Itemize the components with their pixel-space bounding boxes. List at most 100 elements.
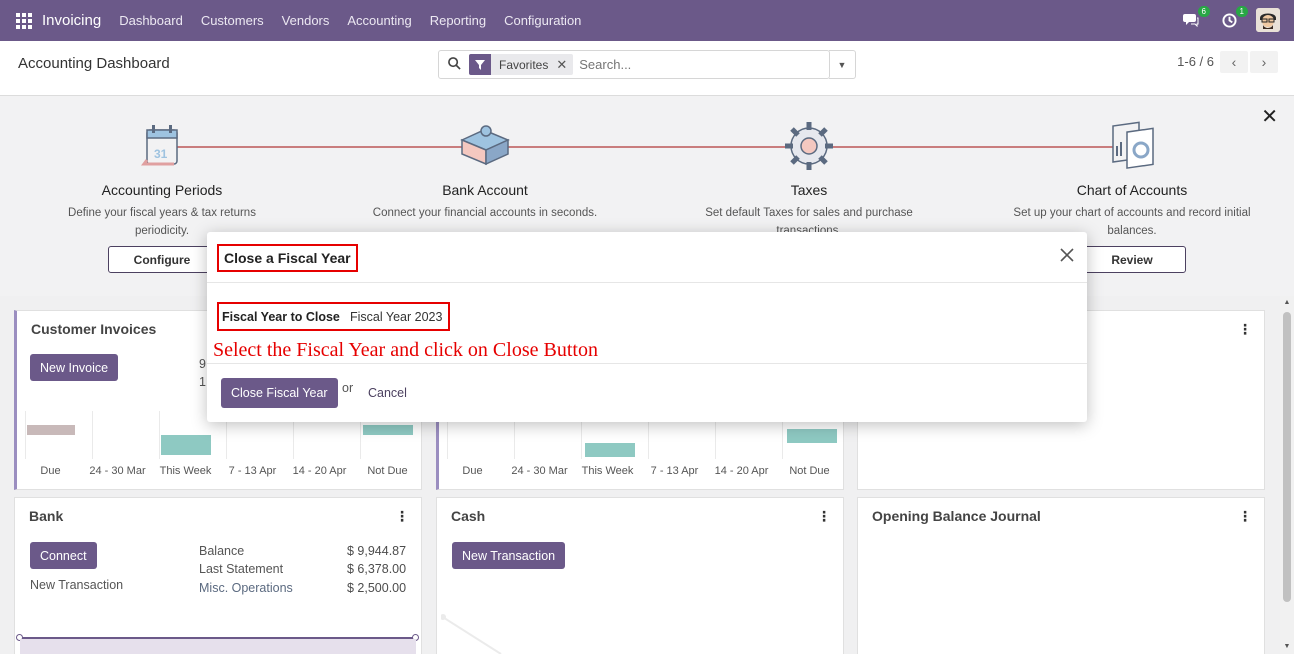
- chart-tick-label: This Week: [581, 465, 634, 477]
- filter-icon: [469, 54, 491, 75]
- annotation-instruction: Select the Fiscal Year and click on Clos…: [213, 339, 598, 361]
- chart-bar-not-due[interactable]: [363, 425, 413, 435]
- stat-label: Misc. Operations: [199, 581, 293, 595]
- page-scrollbar[interactable]: ▲ ▼: [1280, 296, 1294, 654]
- chart-bar-not-due[interactable]: [787, 429, 837, 443]
- line-area-fill: [20, 639, 416, 654]
- facet-remove-icon[interactable]: ✕: [556, 57, 573, 73]
- menu-dashboard[interactable]: Dashboard: [119, 13, 183, 28]
- pager-previous-button[interactable]: ‹: [1220, 51, 1248, 73]
- search-box[interactable]: Favorites ✕: [438, 50, 830, 79]
- chart-tick-label: Not Due: [789, 465, 830, 477]
- app-name[interactable]: Invoicing: [42, 12, 101, 29]
- chart-bar-this-week[interactable]: [585, 443, 635, 457]
- page-title: Accounting Dashboard: [18, 55, 170, 72]
- user-avatar[interactable]: [1256, 8, 1280, 32]
- gear-icon: [776, 116, 842, 176]
- scroll-thumb[interactable]: [1283, 312, 1291, 602]
- review-button[interactable]: Review: [1078, 246, 1186, 273]
- fiscal-year-select[interactable]: Fiscal Year 2023: [350, 310, 442, 324]
- cash-line-chart: [441, 614, 502, 654]
- partial-stat-text: 1: [199, 375, 206, 389]
- activities-badge: 1: [1235, 6, 1248, 17]
- chart-column: [25, 411, 26, 459]
- menu-accounting[interactable]: Accounting: [347, 13, 411, 28]
- pager-value[interactable]: 1-6 / 6: [1177, 54, 1214, 69]
- card-options-icon[interactable]: ⋮: [817, 508, 831, 525]
- dialog-footer: Close Fiscal Year or Cancel: [207, 363, 1087, 422]
- step-title: Taxes: [790, 182, 828, 198]
- chart-tick-label: 24 - 30 Mar: [511, 465, 568, 477]
- search-options-toggle[interactable]: ▼: [829, 50, 856, 79]
- chart-column: [92, 411, 93, 459]
- chart-bar-due[interactable]: [27, 425, 75, 435]
- fiscal-year-label: Fiscal Year to Close: [222, 309, 340, 324]
- chart-tick-label: 24 - 30 Mar: [89, 465, 146, 477]
- new-transaction-link[interactable]: New Transaction: [30, 578, 123, 592]
- onboarding-step-chart-of-accounts: Chart of Accounts Set up your chart of a…: [1012, 116, 1252, 240]
- card-options-icon[interactable]: ⋮: [395, 508, 409, 525]
- onboarding-step-taxes: Taxes Set default Taxes for sales and pu…: [689, 116, 929, 240]
- chart-tick-label: This Week: [159, 465, 212, 477]
- card-title[interactable]: Customer Invoices: [31, 321, 156, 337]
- step-title: Chart of Accounts: [1076, 182, 1188, 198]
- card-options-icon[interactable]: ⋮: [1238, 508, 1252, 525]
- top-navbar: Invoicing Dashboard Customers Vendors Ac…: [0, 0, 1294, 41]
- chevron-right-icon: ›: [1261, 54, 1267, 70]
- apps-grid-icon[interactable]: [16, 12, 32, 29]
- card-title[interactable]: Opening Balance Journal: [872, 508, 1041, 524]
- control-panel: Accounting Dashboard Favorites ✕ ▼ 1-6 /…: [0, 41, 1294, 96]
- menu-configuration[interactable]: Configuration: [504, 13, 581, 28]
- caret-down-icon: ▼: [837, 59, 847, 70]
- step-title: Bank Account: [442, 182, 528, 198]
- new-transaction-button[interactable]: New Transaction: [452, 542, 566, 569]
- scroll-up-icon[interactable]: ▲: [1280, 296, 1294, 310]
- search-facet: Favorites ✕: [469, 54, 574, 75]
- chart-tick-label: 14 - 20 Apr: [714, 465, 769, 477]
- chart-tick-label: Due: [462, 465, 483, 477]
- messages-badge: 6: [1197, 6, 1210, 17]
- onboarding-step-bank-account: Bank Account Connect your financial acco…: [365, 116, 605, 222]
- stat-row-balance[interactable]: Balance: [199, 544, 244, 558]
- messages-icon[interactable]: 6: [1180, 6, 1210, 31]
- search-input[interactable]: [579, 57, 780, 72]
- card-title[interactable]: Bank: [29, 508, 63, 524]
- calendar-icon: 31: [129, 116, 195, 176]
- stat-row-misc-operations[interactable]: Misc. Operations: [199, 581, 293, 595]
- stat-row-last-statement[interactable]: Last Statement: [199, 562, 283, 576]
- chart-tick-label: 7 - 13 Apr: [228, 465, 277, 477]
- onboarding-progress-line: [162, 146, 1132, 148]
- step-description: Connect your financial accounts in secon…: [372, 207, 598, 219]
- dialog-header: Close a Fiscal Year: [207, 232, 1087, 283]
- opening-balance-card: Opening Balance Journal ⋮: [857, 497, 1265, 654]
- cancel-button[interactable]: Cancel: [368, 386, 407, 400]
- chevron-left-icon: ‹: [1231, 54, 1237, 70]
- close-onboarding-icon[interactable]: ✕: [1261, 104, 1278, 129]
- menu-customers[interactable]: Customers: [201, 13, 264, 28]
- fiscal-year-field: Fiscal Year to Close Fiscal Year 2023: [217, 302, 450, 331]
- stat-value-balance: $ 9,944.87: [347, 544, 407, 558]
- chart-tick-label: Due: [40, 465, 61, 477]
- stat-label: Balance: [199, 544, 245, 558]
- pager-next-button[interactable]: ›: [1250, 51, 1278, 73]
- connect-button[interactable]: Connect: [30, 542, 97, 569]
- configure-button[interactable]: Configure: [108, 246, 216, 273]
- onboarding-step-accounting-periods: 31 Accounting Periods Define your fiscal…: [42, 116, 282, 240]
- chart-bar-this-week[interactable]: [161, 435, 211, 455]
- facet-label: Favorites: [499, 57, 549, 72]
- card-options-icon[interactable]: ⋮: [1238, 321, 1252, 338]
- menu-vendors[interactable]: Vendors: [282, 13, 330, 28]
- new-invoice-button[interactable]: New Invoice: [30, 354, 119, 381]
- cash-card: Cash ⋮ New Transaction: [436, 497, 844, 654]
- stat-value-misc-operations: $ 2,500.00: [347, 581, 407, 595]
- chart-tick-label: Not Due: [367, 465, 408, 477]
- stat-value-last-statement: $ 6,378.00: [347, 562, 407, 576]
- menu-reporting[interactable]: Reporting: [430, 13, 486, 28]
- close-fiscal-year-button[interactable]: Close Fiscal Year: [221, 378, 338, 408]
- search-icon: [439, 56, 469, 73]
- close-dialog-icon[interactable]: [1059, 246, 1075, 269]
- card-title[interactable]: Cash: [451, 508, 485, 524]
- scroll-down-icon[interactable]: ▼: [1280, 640, 1294, 654]
- chart-tick-label: 14 - 20 Apr: [292, 465, 347, 477]
- activity-clock-icon[interactable]: 1: [1218, 6, 1248, 31]
